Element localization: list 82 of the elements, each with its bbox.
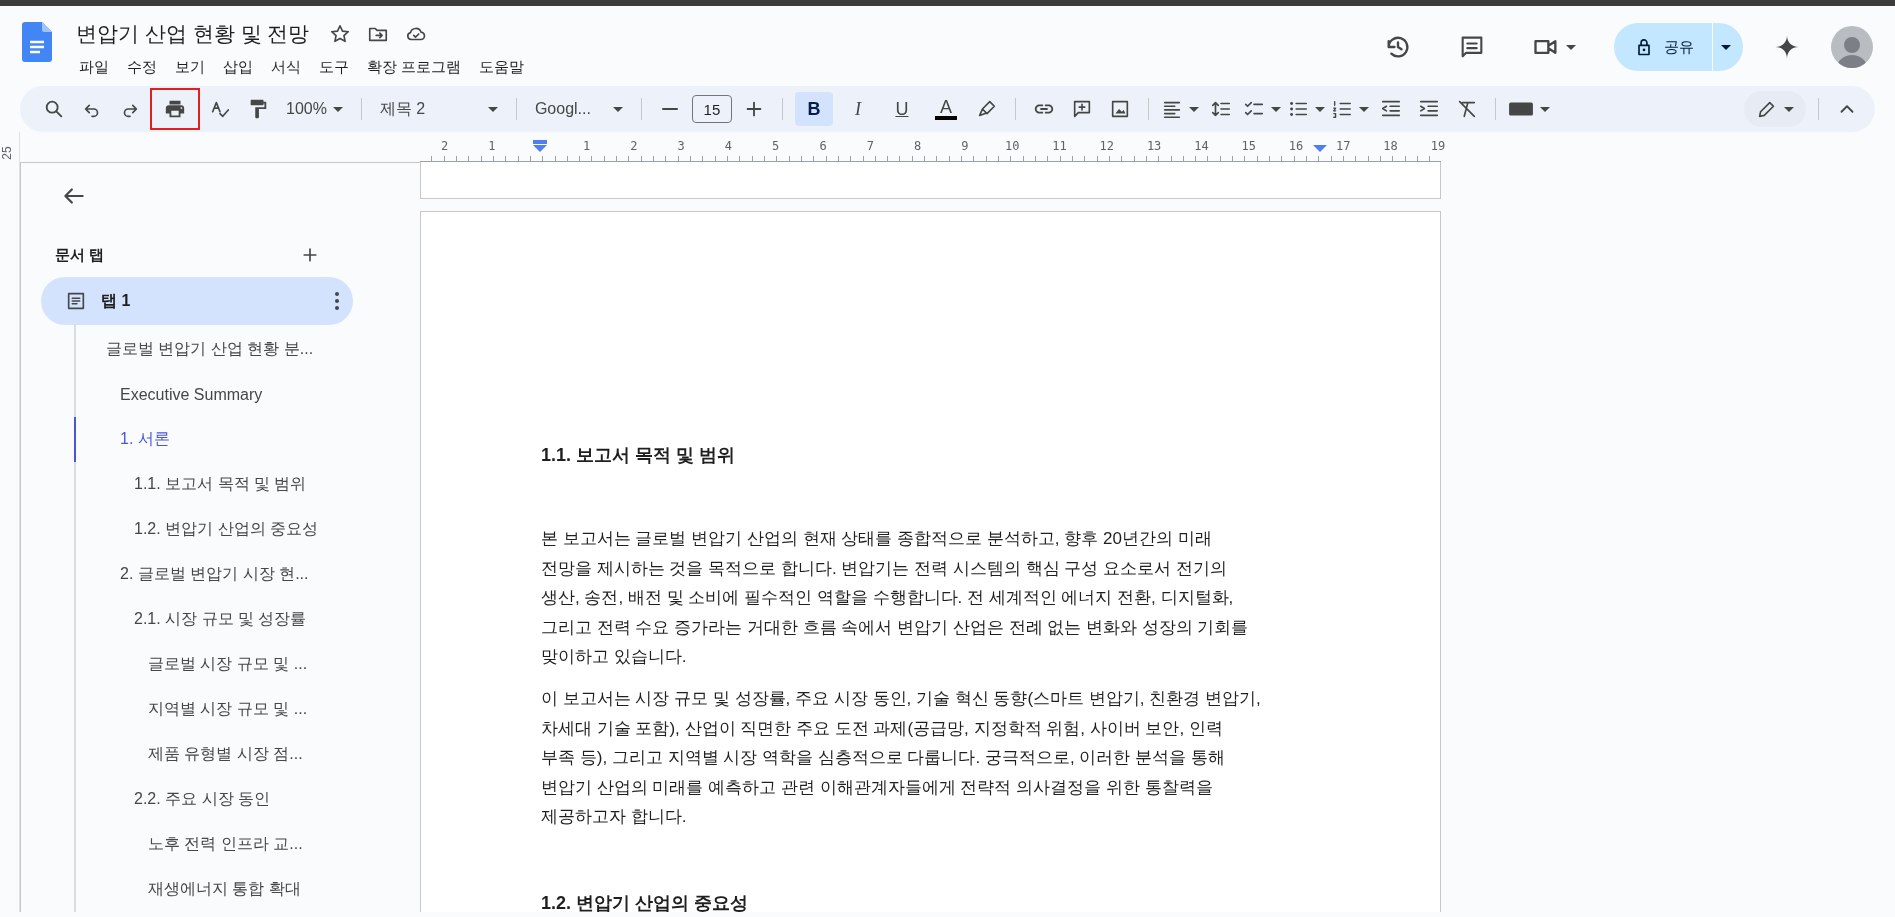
menu-item[interactable]: 확장 프로그램 xyxy=(360,56,469,79)
outline-item[interactable]: 글로벌 시장 규모 및 ... xyxy=(74,642,420,687)
avatar[interactable] xyxy=(1831,26,1873,68)
outline-item[interactable]: 제품 유형별 시장 점... xyxy=(74,732,420,777)
outline-item[interactable]: 지역별 시장 규모 및 ... xyxy=(74,687,420,732)
outline-item[interactable]: 재생에너지 통합 확대 xyxy=(74,867,420,912)
docs-logo-icon[interactable] xyxy=(22,22,52,62)
ruler-label: 8 xyxy=(914,139,922,153)
outline-item[interactable]: 2.1. 시장 규모 및 성장률 xyxy=(74,597,420,642)
ruler-label: 19 xyxy=(1430,139,1446,153)
ruler-label: 9 xyxy=(961,139,969,153)
underline-button[interactable]: U xyxy=(882,92,921,126)
caret-icon xyxy=(1270,106,1281,112)
caret-icon xyxy=(1566,44,1576,50)
ruler-label: 25 xyxy=(0,146,14,160)
outline-item[interactable]: 노후 전력 인프라 교... xyxy=(74,822,420,867)
text-color-button[interactable]: A xyxy=(926,92,965,126)
ruler-label: 2 xyxy=(630,139,638,153)
menu-item[interactable]: 서식 xyxy=(264,56,308,79)
ruler-label: 14 xyxy=(1194,139,1209,153)
menu-item[interactable]: 도움말 xyxy=(472,56,532,79)
caret-icon xyxy=(1721,44,1731,50)
ruler-label: 2 xyxy=(441,139,449,153)
share-dropdown-button[interactable] xyxy=(1713,23,1743,71)
caret-icon xyxy=(1358,106,1369,112)
outline-item[interactable]: 2. 글로벌 변압기 시장 현... xyxy=(74,552,420,597)
zoom-dropdown[interactable]: 100% xyxy=(280,93,349,125)
document-tab[interactable]: 탭 1 xyxy=(41,277,353,325)
ruler-label: 10 xyxy=(1005,139,1020,153)
ruler-label: 12 xyxy=(1099,139,1115,153)
section-heading: 1.2. 변압기 산업의 중요성 xyxy=(541,891,750,912)
caret-icon xyxy=(1539,106,1550,112)
ruler-label: 11 xyxy=(1052,139,1067,153)
caret-icon xyxy=(1784,106,1794,112)
indent-marker-icon[interactable] xyxy=(533,140,547,152)
document-icon xyxy=(65,290,87,312)
print-button[interactable] xyxy=(152,90,198,128)
bold-button[interactable]: B xyxy=(794,92,833,126)
menu-item[interactable]: 보기 xyxy=(168,56,212,79)
ruler-label: 1 xyxy=(488,139,496,153)
caret-icon xyxy=(332,106,343,112)
caret-icon xyxy=(1314,106,1325,112)
ruler-label: 3 xyxy=(677,139,685,153)
section-heading: 1.1. 보고서 목적 및 범위 xyxy=(541,444,737,467)
ruler-label: 15 xyxy=(1241,139,1256,153)
outline-item[interactable]: 2.2. 주요 시장 동인 xyxy=(74,777,420,822)
ruler-label: 13 xyxy=(1146,139,1162,153)
menu-item[interactable]: 수정 xyxy=(120,56,164,79)
menu-item[interactable]: 삽입 xyxy=(216,56,260,79)
style-dropdown[interactable]: 제목 2 xyxy=(373,93,504,125)
caret-icon xyxy=(1188,106,1199,112)
search-icon xyxy=(43,98,65,120)
star-icon xyxy=(329,23,352,45)
caret-icon xyxy=(487,106,498,112)
body-paragraph: 이 보고서는 시장 규모 및 성장률, 주요 시장 동인, 기술 혁신 동향(스마트 변압기, 친환경 변압기, 차세대 기술 포함), 산업이 직면한 주요 도전 과제(공급망, 지정학적 위험, 사이버 보안, 인력 부족 등), 그리고 지역별 시장 역학을 심층적으로 다룹니다. 궁극적으로, 이러한 분석을 통해 변압기 산업의 미래를 예측하고 관련 이해관계자들에게 전략적 의사결정을 위한 통찰력을 제공하고자 합니다. xyxy=(541,687,1262,829)
ruler-label: 5 xyxy=(772,139,780,153)
caret-icon xyxy=(612,106,623,112)
share-button[interactable]: 공유 xyxy=(1614,23,1712,71)
outline-item[interactable]: 글로벌 변압기 산업 현황 분... xyxy=(74,327,420,372)
ruler-label: 6 xyxy=(819,139,827,153)
ruler-label: 7 xyxy=(866,139,874,153)
ruler-label: 18 xyxy=(1383,139,1398,153)
outline-item[interactable]: 1.1. 보고서 목적 및 범위 xyxy=(74,462,420,507)
font-size-field[interactable]: 15 xyxy=(691,95,732,123)
body-paragraph: 본 보고서는 글로벌 변압기 산업의 현재 상태를 종합적으로 분석하고, 향후 20년간의 미래 전망을 제시하는 것을 목적으로 합니다. 변압기는 전력 시스템의 핵심 구성 요소로서 전기의 생산, 송전, 배전 및 소비에 필수적인 역할을 수행합니다. 전 세계적인 에너지 전환, 디지털화, 그리고 전력 수요 증가라는 거대한 흐름 속에서 변압기 산업은 전례 없는 변화와 성장의 기회를 맞이하고 있습니다. xyxy=(541,528,1250,669)
outline-item[interactable]: Executive Summary xyxy=(74,372,420,417)
tabs-heading: 문서 탭 xyxy=(55,245,105,265)
star-button[interactable] xyxy=(329,23,352,45)
ruler-label: 17 xyxy=(1336,139,1351,153)
menu-item[interactable]: 도구 xyxy=(312,56,356,79)
numbered-list-icon xyxy=(1330,98,1353,120)
italic-button[interactable]: I xyxy=(838,92,877,126)
more-icon xyxy=(335,292,339,310)
menu-item[interactable]: 파일 xyxy=(72,56,116,79)
ruler-label: 4 xyxy=(724,139,733,153)
print-icon xyxy=(164,98,186,120)
outline-item[interactable]: 1.2. 변압기 산업의 중요성 xyxy=(74,507,420,552)
ruler-label: 1 xyxy=(582,139,591,153)
document-title[interactable]: 변압기 산업 현황 및 전망 xyxy=(72,18,314,50)
font-dropdown[interactable]: Googl... xyxy=(528,93,629,125)
editing-mode-button[interactable] xyxy=(1744,91,1806,127)
ruler-label: 16 xyxy=(1288,139,1304,153)
